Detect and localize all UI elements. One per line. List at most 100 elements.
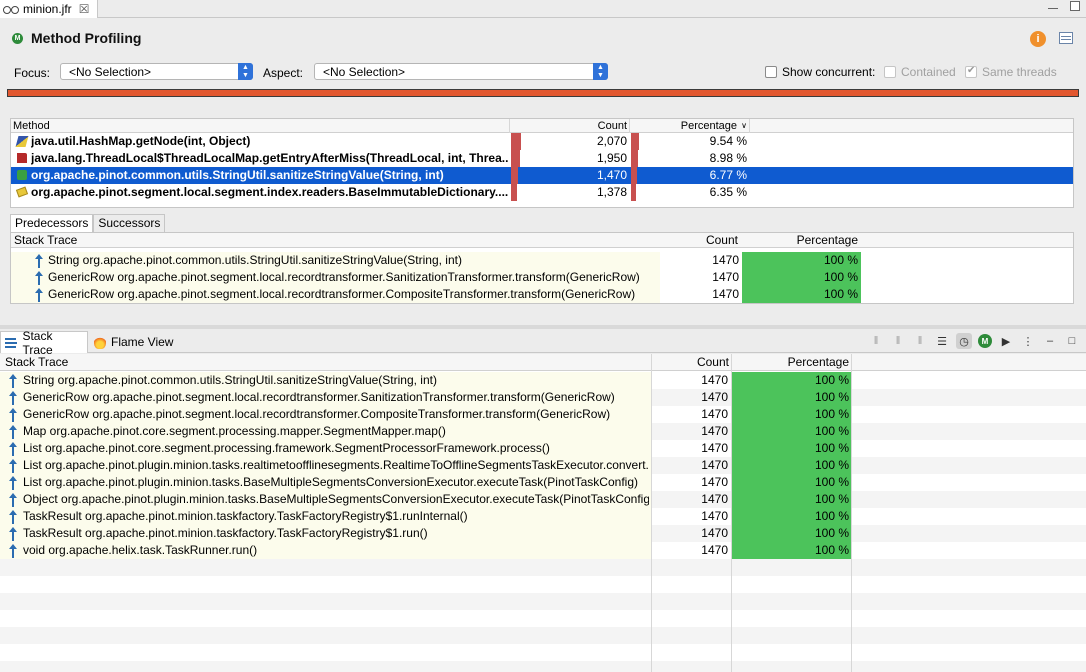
percentage-column-header[interactable]: Percentage ∨ — [630, 119, 750, 133]
method-profiling-icon[interactable]: M — [978, 334, 992, 348]
stack-frame-row[interactable]: GenericRow org.apache.pinot.segment.loca… — [11, 286, 1073, 303]
chevron-down-icon: ∨ — [741, 121, 747, 130]
aspect-label: Aspect: — [263, 66, 304, 80]
up-arrow-icon — [9, 391, 17, 405]
count-value: 1470 — [701, 543, 728, 557]
stack-frame-row[interactable]: Map org.apache.pinot.core.segment.proces… — [0, 423, 1086, 440]
count-value: 1470 — [701, 373, 728, 387]
collapse-right-icon[interactable]: ‖ — [912, 333, 928, 349]
focus-select[interactable]: <No Selection> ▲ ▼ — [60, 63, 253, 80]
method-column-header[interactable]: Method — [11, 119, 510, 133]
aspect-select[interactable]: <No Selection> ▲ ▼ — [314, 63, 608, 80]
stack-frame-row[interactable]: String org.apache.pinot.common.utils.Str… — [0, 372, 1086, 389]
empty-row — [0, 593, 1086, 610]
percentage-value: 8.98 % — [709, 151, 747, 165]
menu-icon[interactable]: ⋮ — [1020, 333, 1036, 349]
stack-trace-column-header[interactable]: Stack Trace — [2, 354, 71, 371]
up-arrow-icon — [9, 510, 17, 524]
contained-label: Contained — [901, 65, 956, 79]
frame-label: String org.apache.pinot.common.utils.Str… — [23, 373, 437, 387]
same-threads-checkbox: ✔ Same threads — [965, 65, 1057, 79]
stack-frame-row[interactable]: GenericRow org.apache.pinot.segment.loca… — [0, 389, 1086, 406]
predecessors-header: Stack Trace Count Percentage — [11, 233, 1073, 248]
layout-icon[interactable]: ☰ — [934, 333, 950, 349]
stack-frame-row[interactable]: List org.apache.pinot.plugin.minion.task… — [0, 457, 1086, 474]
method-profiling-page: M Method Profiling i Focus: <No Selectio… — [0, 19, 1086, 325]
tab-flame-view[interactable]: Flame View — [90, 331, 177, 353]
method-row[interactable]: java.util.HashMap.getNode(int, Object) 2,… — [11, 133, 1073, 150]
method-table: org.apache.pinot.segment.local.util.Fixe… — [10, 118, 1074, 208]
frame-label: TaskResult org.apache.pinot.minion.taskf… — [23, 509, 468, 523]
frame-label: void org.apache.helix.task.TaskRunner.ru… — [23, 543, 258, 557]
frame-label: Object org.apache.pinot.plugin.minion.ta… — [23, 492, 649, 506]
maximize-icon[interactable]: □ — [1064, 333, 1080, 349]
stack-frame-row[interactable]: void org.apache.helix.task.TaskRunner.ru… — [0, 542, 1086, 559]
count-column-header[interactable]: Count — [652, 354, 732, 371]
count-value: 1470 — [701, 475, 728, 489]
method-row[interactable]: org.apache.pinot.segment.local.segment.i… — [11, 184, 1073, 201]
empty-row — [0, 661, 1086, 672]
table-settings-icon[interactable] — [1059, 32, 1073, 44]
filter-icon[interactable]: ▶ — [998, 333, 1014, 349]
tab-predecessors[interactable]: Predecessors — [10, 214, 94, 232]
minimize-icon[interactable]: ‒ — [1042, 333, 1058, 349]
count-column-header[interactable]: Count — [510, 119, 630, 133]
stack-frame-row[interactable]: List org.apache.pinot.core.segment.proce… — [0, 440, 1086, 457]
count-value: 1470 — [701, 458, 728, 472]
method-name: org.apache.pinot.common.utils.StringUtil… — [31, 168, 444, 182]
count-value: 1,470 — [596, 168, 627, 182]
minimize-editor-button[interactable] — [1048, 1, 1058, 9]
method-table-header: Method Count Percentage ∨ — [11, 119, 1073, 133]
stack-frame-row[interactable]: GenericRow org.apache.pinot.segment.loca… — [0, 406, 1086, 423]
up-arrow-icon — [9, 493, 17, 507]
contained-checkbox: Contained — [884, 65, 956, 79]
tab-stack-trace[interactable]: Stack Trace — [0, 329, 88, 357]
frame-label: GenericRow org.apache.pinot.segment.loca… — [23, 390, 615, 404]
percentage-column-header[interactable]: Percentage — [741, 233, 861, 248]
maximize-editor-button[interactable] — [1070, 1, 1080, 11]
up-arrow-icon — [35, 271, 43, 285]
up-arrow-icon — [9, 442, 17, 456]
stack-trace-column-header[interactable]: Stack Trace — [11, 233, 80, 248]
count-value: 1470 — [701, 492, 728, 506]
stack-frame-row[interactable]: TaskResult org.apache.pinot.minion.taskf… — [0, 525, 1086, 542]
stack-frame-row[interactable]: List org.apache.pinot.plugin.minion.task… — [0, 474, 1086, 491]
tab-flame-view-label: Flame View — [111, 335, 174, 349]
percentage-value: 100 % — [814, 543, 849, 557]
percentage-value: 100 % — [814, 458, 849, 472]
focus-select-value: <No Selection> — [69, 65, 152, 79]
close-icon[interactable]: ☒ — [79, 2, 90, 16]
up-arrow-icon — [9, 374, 17, 388]
method-row[interactable]: java.lang.ThreadLocal$ThreadLocalMap.get… — [11, 150, 1073, 167]
frame-label: GenericRow org.apache.pinot.segment.loca… — [48, 287, 636, 301]
show-concurrent-checkbox[interactable]: Show concurrent: — [765, 65, 875, 79]
stack-frame-row[interactable]: TaskResult org.apache.pinot.minion.taskf… — [0, 508, 1086, 525]
method-name: java.lang.ThreadLocal$ThreadLocalMap.get… — [31, 151, 508, 165]
checkbox-box[interactable] — [765, 66, 777, 78]
time-range-bar[interactable] — [7, 89, 1079, 97]
method-name: java.util.HashMap.getNode(int, Object) — [31, 134, 251, 148]
up-arrow-icon — [35, 288, 43, 302]
same-threads-label: Same threads — [982, 65, 1057, 79]
stack-frame-row[interactable]: String org.apache.pinot.common.utils.Str… — [11, 252, 1073, 269]
method-row[interactable]: org.apache.pinot.common.utils.StringUtil… — [11, 167, 1073, 184]
clock-icon[interactable]: ◷ — [956, 333, 972, 349]
info-icon[interactable]: i — [1030, 31, 1046, 47]
chevron-updown-icon: ▲ ▼ — [238, 63, 253, 80]
collapse-left-icon[interactable]: ‖ — [868, 333, 884, 349]
editor-tab-minion-jfr[interactable]: minion.jfr ☒ — [0, 0, 98, 18]
stack-frame-row[interactable]: GenericRow org.apache.pinot.segment.loca… — [11, 269, 1073, 286]
show-concurrent-label: Show concurrent: — [782, 65, 876, 79]
count-value: 1,378 — [596, 185, 627, 199]
count-column-header[interactable]: Count — [661, 233, 741, 248]
tab-successors[interactable]: Successors — [93, 214, 166, 232]
sash[interactable] — [0, 325, 1086, 329]
percentage-column-header[interactable]: Percentage — [732, 354, 852, 371]
percentage-value: 100 % — [814, 509, 849, 523]
predecessors-table: Stack Trace Count Percentage String org.… — [10, 232, 1074, 304]
hamburger-icon — [5, 337, 18, 348]
stack-frame-row[interactable]: Object org.apache.pinot.plugin.minion.ta… — [0, 491, 1086, 508]
collapse-mid-icon[interactable]: ‖ — [890, 333, 906, 349]
empty-row — [0, 576, 1086, 593]
up-arrow-icon — [9, 476, 17, 490]
